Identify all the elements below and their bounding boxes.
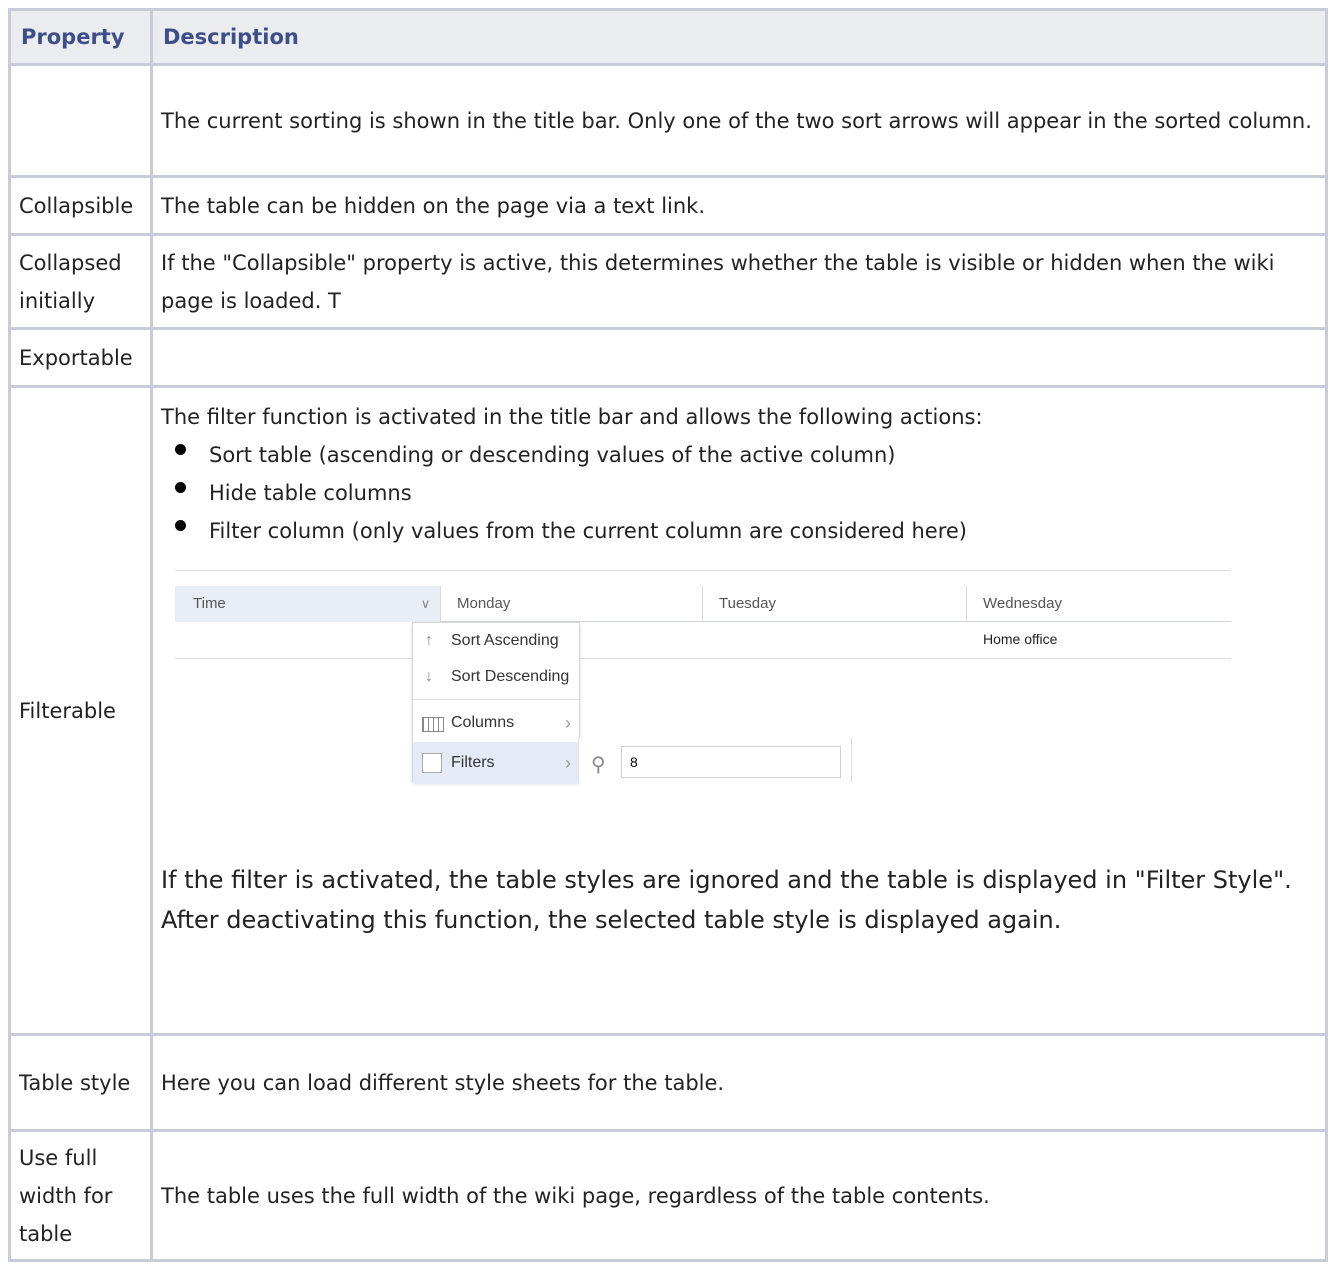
- filter-input: [621, 746, 841, 778]
- list-item: Filter column (only values from the curr…: [175, 512, 1317, 550]
- table-row: Filterable The filter function is activa…: [8, 385, 1328, 1036]
- table-row: Exportable: [8, 327, 1328, 388]
- arrow-down-icon: ↓: [425, 668, 433, 685]
- list-item: Hide table columns: [175, 474, 1317, 512]
- properties-table: Property Description The current sorting…: [8, 8, 1328, 1262]
- screenshot-filter-submenu: ⚲: [578, 738, 852, 782]
- property-cell: Use full width for table: [8, 1129, 153, 1262]
- screenshot-column-time: Time: [175, 586, 411, 622]
- property-cell: Exportable: [8, 327, 153, 388]
- screenshot-column-wednesday: Wednesday: [966, 586, 1231, 622]
- table-row: Collapsed initially If the "Collapsible"…: [8, 233, 1328, 330]
- filter-note: If the filter is activated, the table st…: [161, 866, 1292, 934]
- description-cell: The filter function is activated in the …: [150, 385, 1328, 1036]
- chevron-down-icon: ∨: [411, 586, 440, 622]
- menu-divider: [413, 699, 579, 700]
- menu-item-sort-ascending: ↑ Sort Ascending: [413, 623, 579, 659]
- property-cell: Collapsible: [8, 175, 153, 236]
- screenshot-header-row: Time ∨ Monday Tuesday Wednesday: [175, 570, 1231, 622]
- table-row: Use full width for table The table uses …: [8, 1129, 1328, 1262]
- filter-actions-list: Sort table (ascending or descending valu…: [161, 436, 1317, 550]
- screenshot-cell: Home office: [983, 631, 1058, 647]
- property-cell: Collapsed initially: [8, 233, 153, 330]
- header-description: Description: [150, 8, 1328, 66]
- description-cell: The current sorting is shown in the titl…: [150, 63, 1328, 178]
- chevron-right-icon: ›: [565, 753, 571, 773]
- screenshot-column-tuesday: Tuesday: [702, 586, 966, 622]
- menu-item-columns: Columns ›: [413, 704, 579, 742]
- property-cell: Table style: [8, 1033, 153, 1132]
- property-cell: Filterable: [8, 385, 153, 1036]
- menu-item-filters: Filters ›: [413, 742, 579, 784]
- checkbox-icon: [422, 753, 442, 773]
- screenshot-column-monday: Monday: [440, 586, 702, 622]
- description-cell: [150, 327, 1328, 388]
- menu-item-label: Filters: [451, 754, 495, 771]
- screenshot-data-row: Home office: [175, 621, 1231, 659]
- table-row: The current sorting is shown in the titl…: [8, 63, 1328, 178]
- table-row: Collapsible The table can be hidden on t…: [8, 175, 1328, 236]
- filter-intro: The filter function is activated in the …: [161, 405, 983, 429]
- menu-item-label: Columns: [451, 714, 515, 731]
- chevron-right-icon: ›: [565, 713, 571, 733]
- columns-icon: [422, 717, 444, 732]
- search-icon: ⚲: [591, 754, 606, 776]
- menu-item-sort-descending: ↓ Sort Descending: [413, 659, 579, 695]
- description-cell: Here you can load different style sheets…: [150, 1033, 1328, 1132]
- menu-item-label: Sort Descending: [451, 668, 570, 685]
- table-header-row: Property Description: [8, 8, 1328, 66]
- property-cell: [8, 63, 153, 178]
- description-cell: The table can be hidden on the page via …: [150, 175, 1328, 236]
- table-row: Table style Here you can load different …: [8, 1033, 1328, 1132]
- header-property: Property: [8, 8, 153, 66]
- list-item: Sort table (ascending or descending valu…: [175, 436, 1317, 474]
- menu-item-label: Sort Ascending: [451, 632, 559, 649]
- description-cell: The table uses the full width of the wik…: [150, 1129, 1328, 1262]
- filter-screenshot: Time ∨ Monday Tuesday Wednesday Home off…: [175, 570, 1239, 870]
- screenshot-column-menu: ↑ Sort Ascending ↓ Sort Descending Colum…: [412, 622, 580, 784]
- arrow-up-icon: ↑: [425, 632, 433, 649]
- description-cell: If the "Collapsible" property is active,…: [150, 233, 1328, 330]
